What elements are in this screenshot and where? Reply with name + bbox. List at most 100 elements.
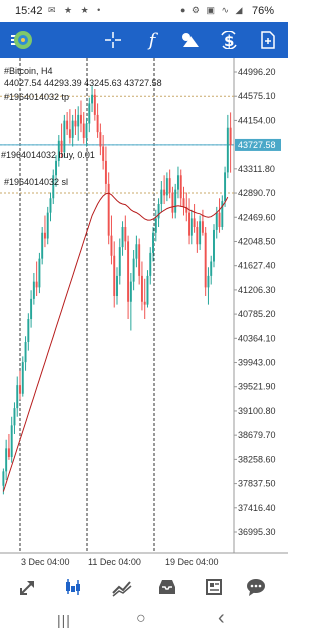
candle-body bbox=[210, 261, 213, 276]
candle-body bbox=[127, 241, 130, 302]
new-order-icon[interactable] bbox=[251, 22, 285, 58]
candle-body bbox=[66, 120, 69, 130]
price-label: 40785.20 bbox=[238, 309, 276, 319]
candle-body bbox=[226, 127, 229, 173]
candle-body bbox=[118, 247, 121, 276]
price-chart[interactable]: 44996.20 44575.10 44154.00 43311.80 42890.70… bbox=[0, 58, 288, 572]
candle-body bbox=[188, 212, 191, 236]
candle-body bbox=[7, 448, 10, 457]
candle-body bbox=[19, 385, 21, 394]
chart-icon[interactable] bbox=[61, 575, 85, 599]
sl-level-label: #1964014032 sl bbox=[4, 177, 69, 187]
notification-icons: ✉ ★ ★ • bbox=[48, 5, 104, 15]
trade-icon[interactable] bbox=[110, 575, 134, 599]
candle-body bbox=[93, 94, 96, 115]
price-label: 38258.60 bbox=[238, 454, 276, 464]
candle-body bbox=[160, 189, 163, 205]
moving-average-line bbox=[2, 192, 229, 492]
candle-body bbox=[204, 232, 207, 288]
candle-body bbox=[121, 227, 124, 248]
candle-body bbox=[224, 172, 227, 202]
candle-body bbox=[174, 189, 177, 213]
candle-body bbox=[138, 244, 141, 276]
app-logo-icon[interactable] bbox=[6, 22, 40, 58]
history-icon[interactable] bbox=[155, 575, 179, 599]
candle-body bbox=[63, 120, 66, 153]
objects-icon[interactable] bbox=[173, 22, 207, 58]
candle-body bbox=[21, 362, 24, 394]
candle-body bbox=[24, 342, 27, 363]
candle-body bbox=[38, 258, 41, 288]
candle-body bbox=[74, 120, 77, 127]
price-label: 36995.30 bbox=[238, 527, 276, 537]
system-status-icons: ● ⚙ ▣ ∿ ◢ bbox=[180, 5, 245, 15]
price-label: 40364.10 bbox=[238, 333, 276, 343]
candle-body bbox=[171, 192, 174, 213]
candle-body bbox=[132, 258, 135, 282]
system-nav-bar: ||| ○ ‹ bbox=[0, 602, 288, 640]
candle-body bbox=[146, 275, 149, 305]
chart-canvas[interactable]: 44996.20 44575.10 44154.00 43311.80 42890.70… bbox=[0, 58, 288, 572]
price-label: 39100.80 bbox=[238, 406, 276, 416]
candle-body bbox=[80, 114, 82, 124]
price-label: 44575.10 bbox=[238, 91, 276, 101]
candle-body bbox=[104, 160, 107, 184]
bottom-nav bbox=[0, 572, 288, 602]
function-icon[interactable]: f bbox=[135, 22, 169, 58]
candle-body bbox=[55, 160, 58, 176]
price-label: 42469.60 bbox=[238, 212, 276, 222]
symbol-dollar-icon[interactable]: $ bbox=[212, 22, 246, 58]
date-label: 11 Dec 04:00 bbox=[88, 557, 141, 567]
recents-button[interactable]: ||| bbox=[57, 612, 71, 628]
back-button[interactable]: ‹ bbox=[218, 607, 225, 630]
svg-text:$: $ bbox=[224, 32, 234, 49]
price-label: 37837.50 bbox=[238, 479, 276, 489]
battery-level: 76% bbox=[251, 5, 274, 17]
candle-body bbox=[110, 235, 113, 256]
price-label: 43311.80 bbox=[238, 164, 275, 174]
price-label: 44154.00 bbox=[238, 115, 276, 125]
candle-body bbox=[152, 232, 154, 253]
candle-body bbox=[229, 127, 232, 145]
candle-body bbox=[71, 120, 74, 138]
quotes-icon[interactable] bbox=[16, 575, 40, 599]
candle-body bbox=[88, 103, 91, 124]
candle-body bbox=[176, 175, 179, 190]
candle-body bbox=[32, 281, 35, 299]
candle-body bbox=[85, 123, 88, 138]
price-label: 38679.70 bbox=[238, 430, 276, 440]
candle-body bbox=[27, 319, 30, 343]
candle-body bbox=[5, 448, 8, 472]
price-label: 44996.20 bbox=[238, 67, 276, 77]
crosshair-icon[interactable] bbox=[96, 22, 130, 58]
candle-body bbox=[179, 175, 182, 199]
home-button[interactable]: ○ bbox=[136, 610, 146, 628]
ohlc-values: 44027.54 44293.39 43245.63 43727.58 bbox=[4, 78, 162, 88]
candle-body bbox=[107, 183, 110, 236]
price-label: 41206.30 bbox=[238, 285, 276, 295]
buy-level-label: #1964014032 buy, 0.01 bbox=[1, 150, 95, 160]
candle-body bbox=[16, 385, 19, 409]
chat-icon[interactable] bbox=[244, 575, 268, 599]
price-label: 37416.40 bbox=[238, 503, 276, 513]
candle-body bbox=[43, 232, 46, 239]
candle-body bbox=[182, 198, 185, 207]
candle-body bbox=[196, 227, 199, 245]
price-label: 41627.40 bbox=[238, 261, 276, 271]
candle-body bbox=[77, 114, 80, 127]
candle-body bbox=[102, 146, 105, 161]
status-time: 15:42 bbox=[15, 5, 43, 17]
candle-body bbox=[215, 212, 218, 230]
candle-body bbox=[10, 425, 13, 457]
candle-body bbox=[140, 275, 143, 302]
candle-body bbox=[157, 204, 160, 219]
candle-body bbox=[218, 212, 221, 228]
candle-body bbox=[82, 123, 85, 138]
candle-body bbox=[13, 408, 16, 426]
candle-body bbox=[163, 189, 166, 196]
symbol-timeframe: #Bitcoin, H4 bbox=[4, 66, 53, 76]
candle-body bbox=[165, 178, 168, 196]
candle-body bbox=[68, 129, 71, 138]
candle-body bbox=[46, 212, 49, 239]
news-icon[interactable] bbox=[202, 575, 226, 599]
